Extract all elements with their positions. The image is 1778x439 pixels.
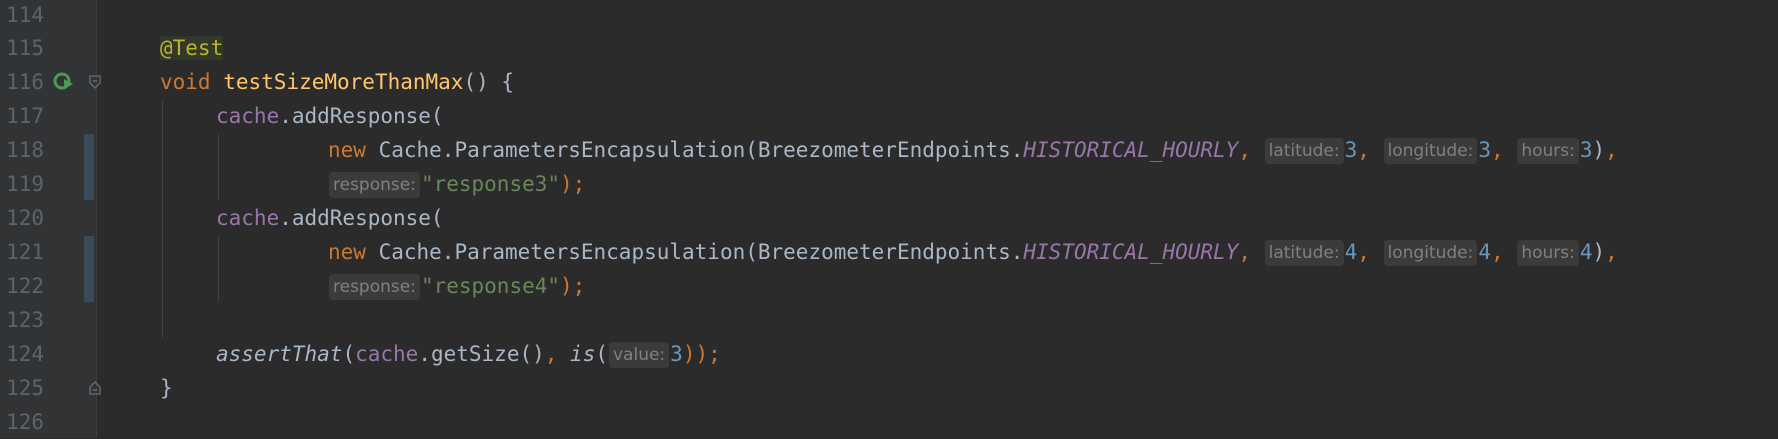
parameter-hint: hours:: [1517, 138, 1579, 164]
method-name-token: testSizeMoreThanMax: [223, 70, 464, 94]
number-token: 3: [1579, 138, 1593, 162]
static-field-token: HISTORICAL_HOURLY: [1023, 240, 1239, 264]
static-method-token: assertThat: [216, 342, 343, 366]
line-number: 116: [6, 70, 44, 94]
line-number: 121: [6, 240, 44, 264]
indent-guide: [218, 134, 219, 200]
keyword-token: new: [328, 240, 366, 264]
comma-token: ,: [1357, 138, 1383, 162]
change-marker[interactable]: [84, 134, 94, 200]
number-token: 3: [1478, 138, 1492, 162]
annotation-token: @Test: [160, 36, 224, 60]
keyword-token: void: [160, 70, 211, 94]
code-token: .getSize(): [418, 342, 545, 366]
fold-marker-icon[interactable]: [88, 75, 102, 89]
parameter-hint: latitude:: [1264, 138, 1344, 164]
indent-guide: [218, 236, 219, 302]
keyword-token: new: [328, 138, 366, 162]
code-token: .addResponse(: [279, 104, 444, 128]
string-token: "response4": [420, 274, 561, 298]
parameter-hint: longitude:: [1383, 138, 1478, 164]
field-token: cache: [355, 342, 419, 366]
code-line-120[interactable]: cache.addResponse(: [216, 201, 444, 235]
code-line-116[interactable]: void testSizeMoreThanMax() {: [160, 65, 514, 99]
number-token: 4: [1478, 240, 1492, 264]
code-token: );: [560, 274, 586, 298]
gutter-separator: [96, 0, 97, 438]
code-token: );: [560, 172, 586, 196]
code-token: Cache.ParametersEncapsulation(Breezomete…: [365, 138, 1024, 162]
parameter-hint: response:: [329, 274, 420, 300]
run-test-icon[interactable]: [52, 70, 74, 92]
field-token: cache: [216, 206, 280, 230]
change-marker[interactable]: [84, 236, 94, 302]
comma-token: ,: [1357, 240, 1383, 264]
comma-token: ,: [1605, 138, 1618, 162]
line-number: 122: [6, 274, 44, 298]
code-token: (: [342, 342, 356, 366]
line-number: 125: [6, 376, 44, 400]
code-line-125[interactable]: }: [160, 371, 173, 405]
number-token: 4: [1344, 240, 1358, 264]
line-number: 114: [6, 3, 44, 27]
code-line-115[interactable]: @Test: [160, 31, 224, 65]
indent-guide: [162, 100, 163, 338]
code-token: ): [1592, 240, 1606, 264]
parameter-hint: latitude:: [1264, 240, 1344, 266]
comma-token: ,: [1238, 240, 1264, 264]
static-method-token: is: [570, 342, 596, 366]
code-token: ): [1592, 138, 1606, 162]
code-line-124[interactable]: assertThat(cache.getSize(), is(value: 3))…: [216, 337, 721, 371]
line-number: 115: [6, 36, 44, 60]
comma-token: ,: [1605, 240, 1618, 264]
number-token: 3: [670, 342, 683, 366]
code-line-121[interactable]: new Cache.ParametersEncapsulation(Breezo…: [328, 235, 1618, 269]
code-token: () {: [463, 70, 515, 94]
number-token: 3: [1344, 138, 1358, 162]
comma-token: ,: [1491, 240, 1517, 264]
parameter-hint: response:: [329, 172, 420, 198]
code-token: ));: [682, 342, 721, 366]
line-number: 118: [6, 138, 44, 162]
number-token: 4: [1579, 240, 1593, 264]
line-number: 120: [6, 206, 44, 230]
line-number: 117: [6, 104, 44, 128]
comma-token: ,: [1491, 138, 1517, 162]
code-line-118[interactable]: new Cache.ParametersEncapsulation(Breezo…: [328, 133, 1618, 167]
comma-token: ,: [544, 342, 571, 366]
code-token: .addResponse(: [279, 206, 444, 230]
string-token: "response3": [420, 172, 561, 196]
code-token: }: [160, 376, 173, 400]
line-number: 126: [6, 410, 44, 434]
line-number: 123: [6, 308, 44, 332]
field-token: cache: [216, 104, 280, 128]
line-number: 124: [6, 342, 44, 366]
code-line-119[interactable]: response: "response3");: [328, 167, 585, 201]
comma-token: ,: [1238, 138, 1264, 162]
code-line-117[interactable]: cache.addResponse(: [216, 99, 444, 133]
parameter-hint: hours:: [1517, 240, 1579, 266]
static-field-token: HISTORICAL_HOURLY: [1023, 138, 1239, 162]
parameter-hint: value:: [609, 342, 670, 368]
code-token: (: [595, 342, 608, 366]
line-number: 119: [6, 172, 44, 196]
code-line-122[interactable]: response: "response4");: [328, 269, 585, 303]
parameter-hint: longitude:: [1383, 240, 1478, 266]
code-token: Cache.ParametersEncapsulation(Breezomete…: [365, 240, 1024, 264]
fold-end-marker-icon[interactable]: [88, 381, 102, 395]
